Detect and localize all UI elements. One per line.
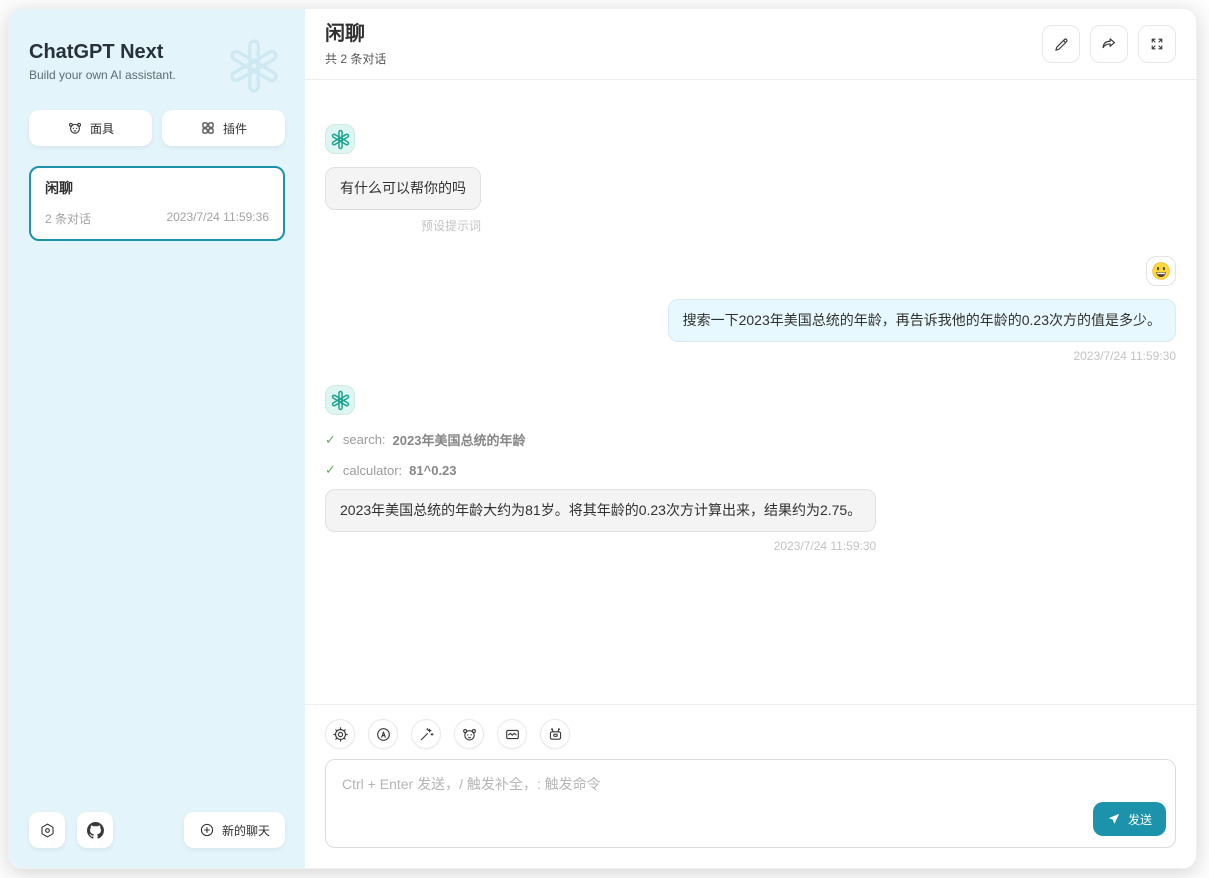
send-icon	[1107, 812, 1121, 826]
gear-icon	[332, 726, 349, 743]
input-toolbar	[325, 719, 1176, 749]
composer: 发送	[325, 759, 1176, 848]
model-select-button[interactable]	[540, 719, 570, 749]
robot-icon	[547, 726, 564, 743]
chat-item-time: 2023/7/24 11:59:36	[166, 210, 269, 227]
openai-logo-watermark-icon	[225, 37, 283, 95]
app-window: ChatGPT Next Build your own AI assistant…	[8, 8, 1197, 869]
tool-call-value: 81^0.23	[409, 463, 456, 478]
share-button[interactable]	[1090, 25, 1128, 63]
plugin-grid-icon	[200, 120, 216, 136]
chat-panel: 闲聊 共 2 条对话	[305, 9, 1196, 868]
tool-call-label: calculator:	[343, 463, 402, 478]
message-assistant-greeting: 有什么可以帮你的吗 预设提示词	[325, 124, 1176, 234]
assistant-avatar-openai-icon	[325, 385, 355, 415]
tool-call-search: ✓ search: 2023年美国总统的年龄	[325, 430, 876, 449]
check-icon: ✓	[325, 432, 336, 448]
send-button[interactable]: 发送	[1093, 802, 1166, 836]
chat-list-item[interactable]: 闲聊 2 条对话 2023/7/24 11:59:36	[29, 166, 285, 241]
clear-context-icon	[504, 726, 521, 743]
chat-item-count: 2 条对话	[45, 210, 91, 227]
prompt-wand-button[interactable]	[411, 719, 441, 749]
plugins-button[interactable]: 插件	[162, 110, 285, 146]
tool-call-label: search:	[343, 432, 386, 447]
clear-context-button[interactable]	[497, 719, 527, 749]
message-user: 搜索一下2023年美国总统的年龄，再告诉我他的年龄的0.23次方的值是多少。 2…	[325, 256, 1176, 363]
tool-call-calculator: ✓ calculator: 81^0.23	[325, 462, 876, 478]
pencil-icon	[1053, 36, 1070, 53]
chat-header: 闲聊 共 2 条对话	[305, 9, 1196, 80]
share-arrow-icon	[1100, 35, 1118, 53]
magic-wand-icon	[418, 726, 435, 743]
chat-settings-button[interactable]	[325, 719, 355, 749]
message-bubble: 有什么可以帮你的吗	[325, 167, 481, 210]
check-icon: ✓	[325, 462, 336, 478]
chat-list: 闲聊 2 条对话 2023/7/24 11:59:36	[29, 166, 285, 812]
chat-footer: 发送	[305, 704, 1196, 868]
message-bubble: 2023年美国总统的年龄大约为81岁。将其年龄的0.23次方计算出来，结果约为2…	[325, 489, 876, 532]
sidebar-actions: 面具 插件	[29, 110, 285, 146]
mask-icon	[461, 726, 478, 743]
chat-item-title: 闲聊	[45, 178, 269, 198]
chat-input[interactable]	[340, 772, 1081, 830]
sidebar-header: ChatGPT Next Build your own AI assistant…	[29, 41, 285, 82]
settings-button[interactable]	[29, 812, 65, 848]
message-assistant-answer: ✓ search: 2023年美国总统的年龄 ✓ calculator: 81^…	[325, 385, 1176, 553]
expand-arrows-icon	[1149, 36, 1165, 52]
sidebar: ChatGPT Next Build your own AI assistant…	[9, 9, 305, 868]
plus-circle-icon	[199, 822, 215, 838]
tool-call-value: 2023年美国总统的年龄	[393, 430, 526, 449]
settings-hex-icon	[39, 822, 56, 839]
message-bubble: 搜索一下2023年美国总统的年龄，再告诉我他的年龄的0.23次方的值是多少。	[668, 299, 1176, 342]
user-avatar-smiley-icon	[1146, 256, 1176, 286]
preset-prompt-caption: 预设提示词	[325, 217, 481, 234]
chat-message-count: 共 2 条对话	[325, 50, 386, 67]
rename-chat-button[interactable]	[1042, 25, 1080, 63]
fullscreen-button[interactable]	[1138, 25, 1176, 63]
mask-icon	[67, 120, 83, 136]
auto-theme-icon	[375, 726, 392, 743]
masks-button[interactable]: 面具	[29, 110, 152, 146]
plugins-button-label: 插件	[223, 120, 247, 137]
message-timestamp: 2023/7/24 11:59:30	[325, 539, 876, 553]
assistant-avatar-openai-icon	[325, 124, 355, 154]
chat-body[interactable]: 有什么可以帮你的吗 预设提示词 搜索一下2023年美国总统的年龄，再告	[305, 80, 1196, 704]
new-chat-label: 新的聊天	[222, 822, 270, 839]
send-label: 发送	[1128, 811, 1152, 828]
github-button[interactable]	[77, 812, 113, 848]
masks-button-label: 面具	[90, 120, 114, 137]
message-timestamp: 2023/7/24 11:59:30	[668, 349, 1176, 363]
theme-toggle-button[interactable]	[368, 719, 398, 749]
mask-toolbar-button[interactable]	[454, 719, 484, 749]
github-icon	[87, 822, 104, 839]
chat-title: 闲聊	[325, 21, 386, 47]
sidebar-footer: 新的聊天	[29, 812, 285, 848]
new-chat-button[interactable]: 新的聊天	[184, 812, 285, 848]
